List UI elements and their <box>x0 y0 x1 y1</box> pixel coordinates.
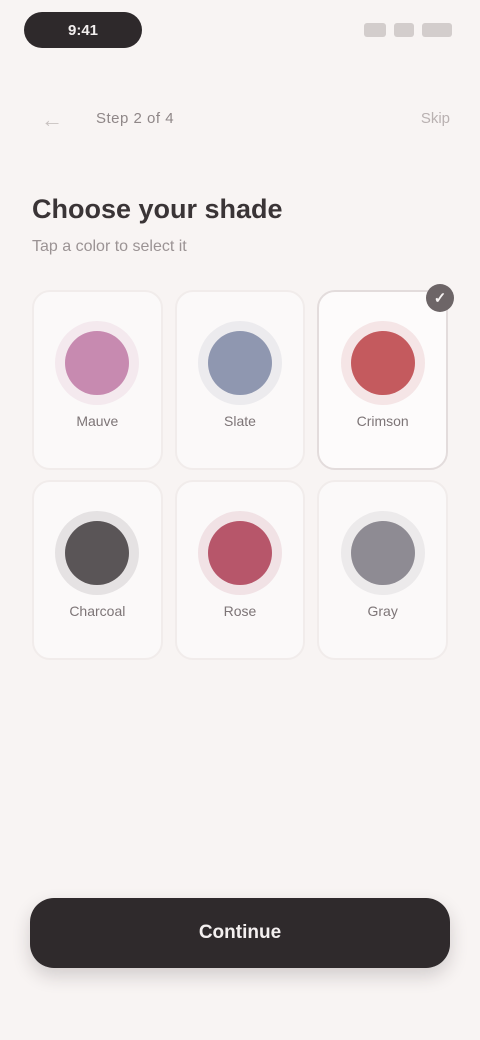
swatch-name: Crimson <box>356 413 409 429</box>
step-label: Step 2 of 4 <box>96 110 175 127</box>
swatch-name: Mauve <box>76 413 119 429</box>
swatch-name: Slate <box>224 413 256 429</box>
wifi-icon <box>394 23 414 37</box>
status-bar: 9:41 <box>0 0 480 60</box>
swatch-name: Gray <box>367 603 398 619</box>
swatch-name: Charcoal <box>69 603 126 619</box>
back-button[interactable]: ← <box>36 104 68 136</box>
swatch-tile[interactable]: Slate <box>174 290 306 470</box>
battery-icon <box>422 23 452 37</box>
arrow-left-icon: ← <box>41 107 63 132</box>
swatch-tile[interactable]: Charcoal <box>32 480 163 660</box>
top-nav: ← Step 2 of 4 Skip <box>0 96 480 144</box>
color-swatch <box>65 521 130 585</box>
skip-link[interactable]: Skip <box>421 110 450 127</box>
swatch-grid: Mauve Slate Crimson ✓ Charcoal Rose Gray <box>32 284 454 660</box>
color-swatch <box>207 331 272 395</box>
swatch-tile-selected[interactable]: Crimson ✓ <box>317 284 454 470</box>
color-swatch <box>65 331 130 395</box>
swatch-name: Rose <box>223 603 257 619</box>
swatch-tile[interactable]: Rose <box>174 480 306 660</box>
continue-button[interactable]: Continue <box>30 898 450 968</box>
color-swatch <box>350 331 415 395</box>
swatch-tile[interactable]: Gray <box>317 480 448 660</box>
color-swatch <box>350 521 415 585</box>
page-subtitle: Tap a color to select it <box>32 238 187 255</box>
status-time: 9:41 <box>24 12 142 48</box>
page-title: Choose your shade <box>32 194 283 224</box>
swatch-tile[interactable]: Mauve <box>32 290 163 470</box>
signal-icon <box>364 23 386 37</box>
status-icons <box>364 20 452 40</box>
check-icon: ✓ <box>426 284 454 312</box>
color-swatch <box>207 521 272 585</box>
